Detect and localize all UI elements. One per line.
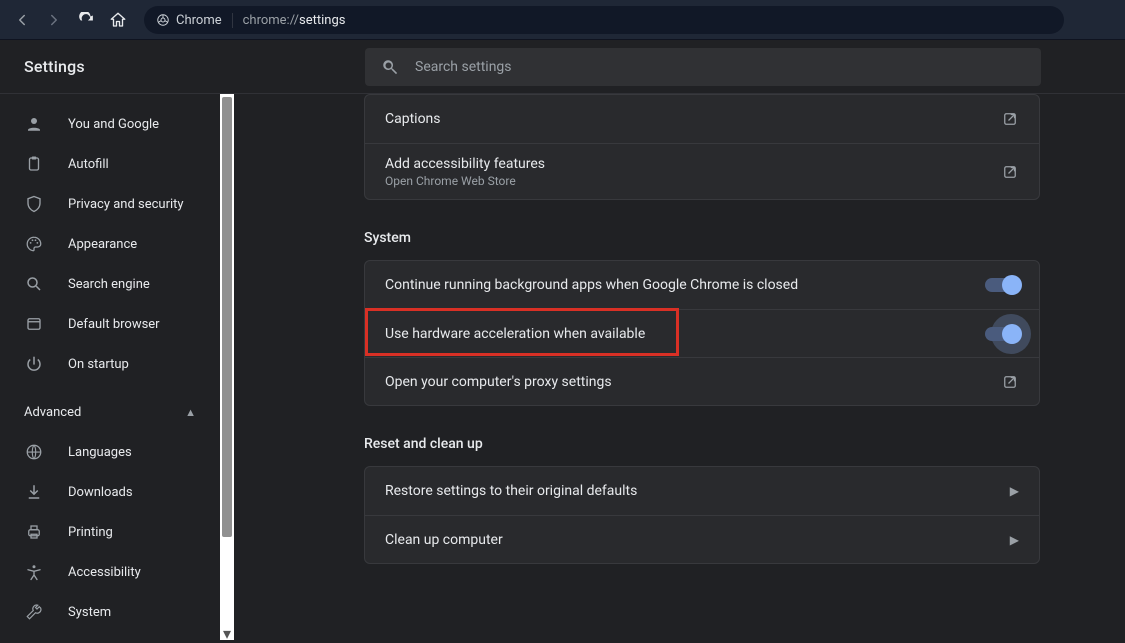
toggle-switch[interactable]	[985, 278, 1019, 292]
row-primary: Use hardware acceleration when available	[385, 326, 985, 342]
home-button[interactable]	[104, 6, 132, 34]
accessibility-icon	[24, 562, 44, 582]
row-primary: Clean up computer	[385, 532, 1010, 548]
sidebar-item-clipboard[interactable]: Autofill	[0, 144, 220, 184]
search-placeholder: Search settings	[415, 59, 512, 75]
settings-row[interactable]: Captions	[365, 95, 1039, 143]
section-title-system: System	[364, 230, 1125, 246]
sidebar-item-window[interactable]: Default browser	[0, 304, 220, 344]
chevron-right-icon: ▶	[1010, 533, 1019, 547]
settings-row[interactable]: Continue running background apps when Go…	[365, 261, 1039, 309]
sidebar-item-label: You and Google	[68, 117, 159, 132]
person-icon	[24, 114, 44, 134]
sidebar-item-wrench[interactable]: System	[0, 592, 220, 632]
sidebar-item-label: System	[68, 605, 111, 620]
sidebar-item-label: Default browser	[68, 317, 160, 332]
settings-row[interactable]: Restore settings to their original defau…	[365, 467, 1039, 515]
row-primary: Open your computer's proxy settings	[385, 374, 1001, 390]
search-input[interactable]: Search settings	[365, 48, 1041, 86]
row-primary: Captions	[385, 111, 1001, 127]
sidebar-item-label: Downloads	[68, 485, 133, 500]
power-icon	[24, 354, 44, 374]
sidebar: You and Google Autofill Privacy and secu…	[0, 94, 234, 640]
row-primary: Continue running background apps when Go…	[385, 277, 985, 293]
sidebar-item-label: Printing	[68, 525, 113, 540]
accessibility-card: Captions Add accessibility features Open…	[364, 94, 1040, 200]
download-icon	[24, 482, 44, 502]
settings-row[interactable]: Clean up computer ▶	[365, 515, 1039, 563]
system-card: Continue running background apps when Go…	[364, 260, 1040, 406]
search-icon	[24, 274, 44, 294]
advanced-label: Advanced	[24, 405, 81, 420]
browser-toolbar: Chrome chrome://settings	[0, 0, 1125, 40]
wrench-icon	[24, 602, 44, 622]
printer-icon	[24, 522, 44, 542]
shield-icon	[24, 194, 44, 214]
external-link-icon	[1001, 373, 1019, 391]
scroll-down-icon[interactable]: ▾	[220, 626, 234, 640]
sidebar-item-globe[interactable]: Languages	[0, 432, 220, 472]
reset-card: Restore settings to their original defau…	[364, 466, 1040, 564]
sidebar-item-printer[interactable]: Printing	[0, 512, 220, 552]
scrollbar-thumb[interactable]	[222, 97, 232, 537]
chevron-up-icon: ▲	[185, 406, 196, 419]
globe-icon	[24, 442, 44, 462]
sidebar-item-label: Autofill	[68, 157, 109, 172]
sidebar-item-accessibility[interactable]: Accessibility	[0, 552, 220, 592]
chevron-right-icon: ▶	[1010, 484, 1019, 498]
row-secondary: Open Chrome Web Store	[385, 174, 1001, 188]
sidebar-item-label: Accessibility	[68, 565, 141, 580]
app-header: Settings Search settings	[0, 40, 1125, 94]
sidebar-item-search[interactable]: Search engine	[0, 264, 220, 304]
reload-button[interactable]	[72, 6, 100, 34]
settings-row[interactable]: Use hardware acceleration when available	[365, 309, 1039, 357]
row-primary: Restore settings to their original defau…	[385, 483, 1010, 499]
section-title-reset: Reset and clean up	[364, 436, 1125, 452]
sidebar-item-shield[interactable]: Privacy and security	[0, 184, 220, 224]
main-content: Captions Add accessibility features Open…	[234, 94, 1125, 640]
settings-row[interactable]: Open your computer's proxy settings	[365, 357, 1039, 405]
site-chip: Chrome	[156, 13, 233, 28]
chrome-icon	[156, 13, 170, 27]
sidebar-advanced-toggle[interactable]: Advanced ▲	[0, 392, 220, 432]
sidebar-item-label: On startup	[68, 357, 129, 372]
toggle-switch[interactable]	[985, 327, 1019, 341]
back-button[interactable]	[8, 6, 36, 34]
palette-icon	[24, 234, 44, 254]
row-primary: Add accessibility features	[385, 156, 1001, 172]
sidebar-scrollbar[interactable]: ▴ ▾	[220, 94, 234, 640]
window-icon	[24, 314, 44, 334]
omnibox[interactable]: Chrome chrome://settings	[144, 6, 1064, 34]
sidebar-item-power[interactable]: On startup	[0, 344, 220, 384]
site-chip-label: Chrome	[176, 13, 222, 28]
sidebar-item-download[interactable]: Downloads	[0, 472, 220, 512]
settings-row[interactable]: Add accessibility features Open Chrome W…	[365, 143, 1039, 199]
sidebar-item-person[interactable]: You and Google	[0, 104, 220, 144]
sidebar-item-label: Languages	[68, 445, 132, 460]
omnibox-url: chrome://settings	[233, 13, 346, 28]
sidebar-item-label: Privacy and security	[68, 197, 184, 212]
external-link-icon	[1001, 163, 1019, 181]
sidebar-item-label: Search engine	[68, 277, 150, 292]
clipboard-icon	[24, 154, 44, 174]
sidebar-item-label: Appearance	[68, 237, 137, 252]
search-icon	[381, 58, 399, 76]
sidebar-item-palette[interactable]: Appearance	[0, 224, 220, 264]
external-link-icon	[1001, 110, 1019, 128]
page-title: Settings	[0, 57, 245, 76]
forward-button[interactable]	[40, 6, 68, 34]
